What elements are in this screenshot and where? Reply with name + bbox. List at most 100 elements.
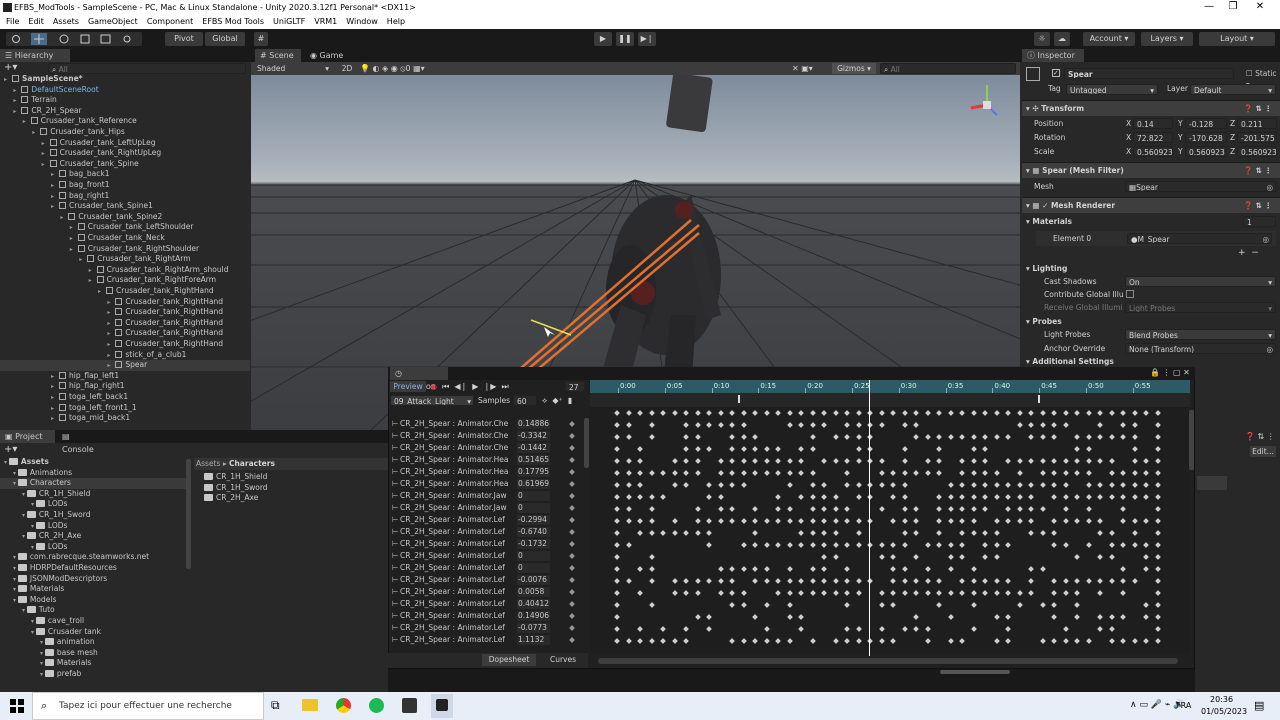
layout-dropdown[interactable]: Layout ▾	[1199, 32, 1275, 46]
keyframe-marker[interactable]	[959, 434, 965, 440]
keyframe-marker[interactable]	[1120, 578, 1126, 584]
keyframe-marker[interactable]	[740, 542, 747, 548]
keyframe-marker[interactable]	[1074, 518, 1080, 524]
keyframe-marker[interactable]	[1154, 422, 1161, 428]
keyframe-marker[interactable]	[959, 458, 965, 464]
property-value-field[interactable]: 0.14886	[517, 419, 550, 429]
keyframe-marker[interactable]	[1039, 434, 1046, 440]
keyframe-marker[interactable]	[798, 458, 804, 464]
keyframe-marker[interactable]	[1154, 566, 1161, 572]
keyframe-marker[interactable]	[1154, 482, 1161, 488]
project-tree-scrollbar[interactable]	[186, 459, 191, 569]
keyframe-marker[interactable]	[1039, 422, 1046, 428]
hierarchy-item[interactable]: ▸ toga_left_back1	[0, 392, 250, 403]
keyframe-marker[interactable]	[1131, 470, 1138, 476]
materials-count-field[interactable]: 1	[1243, 216, 1276, 227]
add-key-diamond-icon[interactable]	[569, 457, 575, 463]
keyframe-marker[interactable]	[993, 494, 1000, 500]
keyframe-marker[interactable]	[1108, 410, 1115, 416]
keyframe-marker[interactable]	[706, 626, 712, 632]
keyframe-marker[interactable]	[913, 590, 919, 596]
keyframe-marker[interactable]	[1051, 518, 1057, 524]
keyframe-marker[interactable]	[706, 518, 712, 524]
tab-project[interactable]: ▣ Project	[0, 430, 55, 443]
keyframe-marker[interactable]	[821, 542, 827, 548]
keyframe-marker[interactable]	[936, 446, 942, 452]
keyframe-marker[interactable]	[982, 590, 988, 596]
keyframe-marker[interactable]	[1154, 638, 1161, 644]
keyframe-marker[interactable]	[901, 494, 908, 500]
menu-help[interactable]: Help	[387, 15, 405, 29]
global-toggle[interactable]: Global	[205, 32, 245, 46]
keyframe-marker[interactable]	[706, 482, 712, 488]
keyframe-marker[interactable]	[1062, 506, 1069, 512]
keyframe-marker[interactable]	[1028, 434, 1034, 440]
hierarchy-item[interactable]: ▸ toga_mid_back1	[0, 413, 250, 424]
keyframe-marker[interactable]	[982, 446, 988, 452]
position-y-field[interactable]: -0.128	[1185, 118, 1227, 129]
keyframe-marker[interactable]	[936, 578, 942, 584]
keyframe-marker[interactable]	[752, 446, 758, 452]
dopesheet-grid[interactable]	[590, 407, 1190, 655]
keyframe-marker[interactable]	[913, 554, 919, 560]
keyframe-marker[interactable]	[1097, 434, 1103, 440]
hierarchy-item[interactable]: ▸ Crusader_tank_LeftShoulder	[0, 222, 250, 233]
keyframe-marker[interactable]	[901, 458, 908, 464]
keyframe-marker[interactable]	[924, 458, 931, 464]
keyframe-marker[interactable]	[901, 446, 908, 452]
keyframe-marker[interactable]	[614, 590, 620, 596]
keyframe-marker[interactable]	[786, 602, 793, 608]
keyframe-marker[interactable]	[809, 530, 816, 536]
hierarchy-search-input[interactable]: ⌕ All	[48, 63, 246, 74]
keyframe-marker[interactable]	[982, 410, 988, 416]
keyframe-marker[interactable]	[982, 494, 988, 500]
keyframe-marker[interactable]	[1016, 590, 1023, 596]
keyframe-marker[interactable]	[936, 602, 942, 608]
animation-property-row[interactable]: ⊢ CR_2H_Spear : Animator.Hea 0.17795	[392, 466, 582, 478]
keyframe-marker[interactable]	[740, 458, 747, 464]
keyframe-marker[interactable]	[844, 506, 850, 512]
keyframe-marker[interactable]	[1074, 554, 1080, 560]
keyframe-marker[interactable]	[775, 542, 781, 548]
keyframe-marker[interactable]	[798, 410, 804, 416]
animation-property-row[interactable]: ⊢ CR_2H_Spear : Animator.Lef -0.0076	[392, 574, 582, 586]
expand-arrow-icon[interactable]: ▸	[89, 266, 97, 276]
keyframe-marker[interactable]	[740, 434, 747, 440]
keyframe-marker[interactable]	[970, 494, 977, 500]
keyframe-marker[interactable]	[855, 518, 862, 524]
keyframe-marker[interactable]	[1085, 458, 1092, 464]
hierarchy-item[interactable]: ▸ Crusader_tank_LeftUpLeg	[0, 138, 250, 149]
keyframe-marker[interactable]	[798, 470, 804, 476]
keyframe-marker[interactable]	[614, 410, 620, 416]
keyframe-marker[interactable]	[1039, 566, 1046, 572]
keyframe-marker[interactable]	[924, 578, 931, 584]
hierarchy-item[interactable]: ▸ Crusader_tank_Neck	[0, 233, 250, 244]
preview-toggle[interactable]: Preview	[390, 381, 426, 392]
taskbar-search-box[interactable]: ⌕ Tapez ici pour effectuer une recherche	[32, 692, 264, 720]
keyframe-marker[interactable]	[1028, 482, 1034, 488]
expand-arrow-icon[interactable]: ▸	[51, 372, 59, 382]
keyframe-marker[interactable]	[1016, 410, 1023, 416]
keyframe-marker[interactable]	[1154, 470, 1161, 476]
keyframe-marker[interactable]	[648, 566, 655, 572]
keyframe-marker[interactable]	[763, 542, 770, 548]
keyframe-marker[interactable]	[1074, 470, 1080, 476]
keyframe-marker[interactable]	[671, 410, 678, 416]
keyframe-marker[interactable]	[1085, 506, 1092, 512]
keyframe-marker[interactable]	[775, 494, 781, 500]
keyframe-marker[interactable]	[683, 638, 689, 644]
keyframe-marker[interactable]	[798, 494, 804, 500]
keyframe-marker[interactable]	[832, 458, 839, 464]
hierarchy-item[interactable]: ▸ Crusader_tank_RightUpLeg	[0, 148, 250, 159]
keyframe-marker[interactable]	[890, 578, 896, 584]
keyframe-marker[interactable]	[878, 590, 885, 596]
keyframe-marker[interactable]	[786, 458, 793, 464]
keyframe-marker[interactable]	[901, 530, 908, 536]
keyframe-marker[interactable]	[982, 482, 988, 488]
keyframe-marker[interactable]	[1005, 494, 1011, 500]
shading-mode-dropdown[interactable]: Shaded ▾	[254, 63, 332, 74]
property-value-field[interactable]: -0.3342	[517, 431, 550, 441]
project-folder-item[interactable]: ▾ Assets	[0, 457, 186, 468]
keyframe-marker[interactable]	[775, 506, 781, 512]
keyframe-marker[interactable]	[844, 410, 850, 416]
